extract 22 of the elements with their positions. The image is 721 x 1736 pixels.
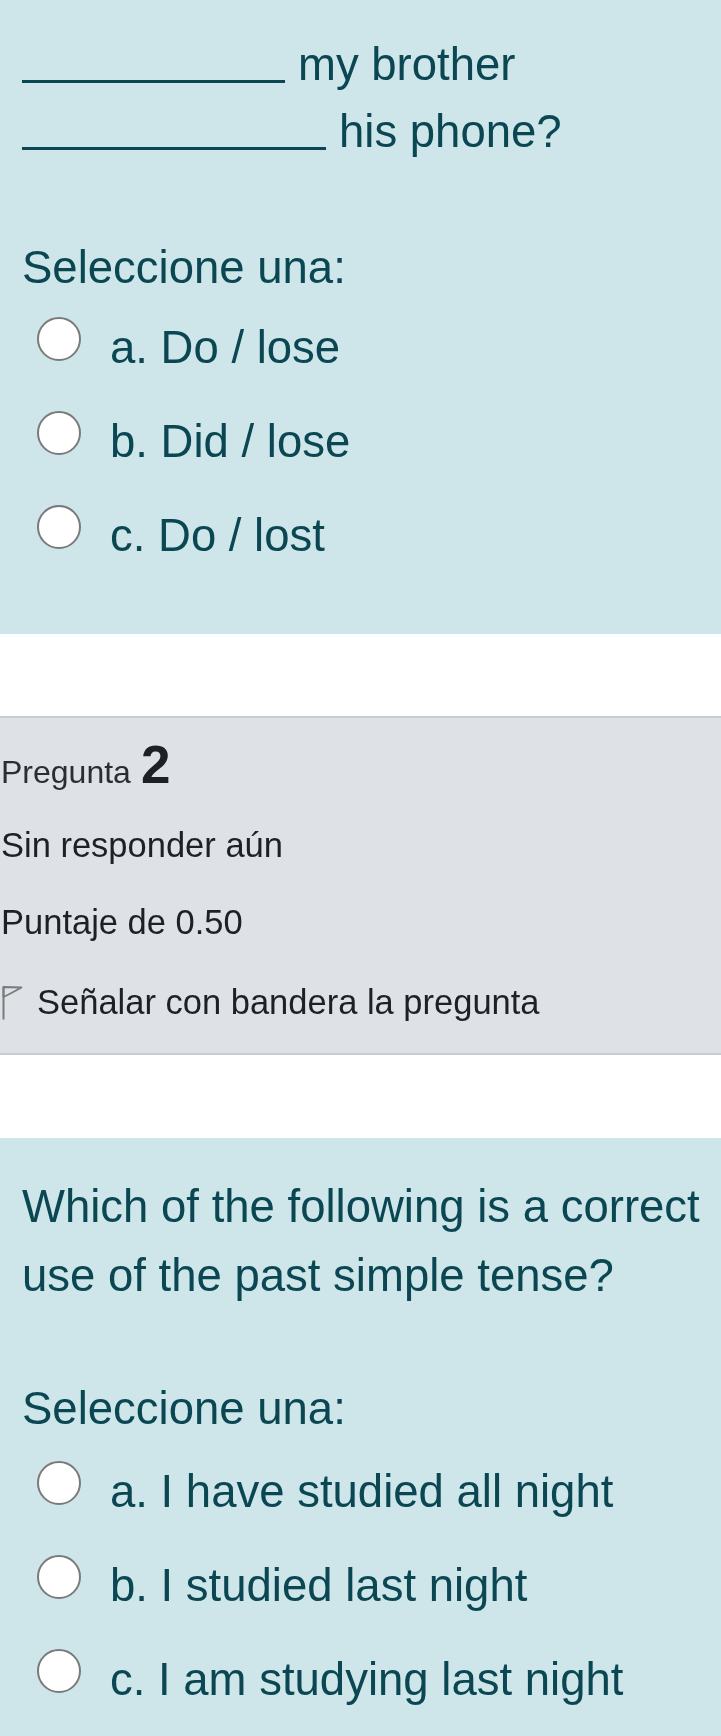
question-text: Which of the following is a correct use of the past simple tense?	[22, 1180, 701, 1303]
grade-text: Puntaje de 0.50	[1, 902, 244, 943]
radio-button[interactable]	[37, 1555, 81, 1599]
prompt-label: Seleccione una:	[22, 241, 347, 295]
option-label[interactable]: a. Do / lose	[110, 314, 341, 381]
option-label[interactable]: b. Did / lose	[110, 408, 351, 475]
question-label: Pregunta	[1, 754, 131, 790]
option-label[interactable]: c. I am studying last night	[110, 1646, 624, 1713]
flag-question-toggle[interactable]: Señalar con bandera la pregunta	[1, 964, 540, 1041]
radio-button[interactable]	[37, 1649, 81, 1693]
radio-button[interactable]	[37, 317, 81, 361]
radio-button[interactable]	[37, 1461, 81, 1505]
option-label[interactable]: c. Do / lost	[110, 502, 325, 569]
question-number: 2	[140, 735, 171, 794]
prompt-label: Seleccione una:	[22, 1382, 347, 1436]
radio-button[interactable]	[37, 411, 81, 455]
option-label[interactable]: b. I studied last night	[110, 1552, 528, 1619]
radio-button[interactable]	[37, 505, 81, 549]
option-label[interactable]: a. I have studied all night	[110, 1458, 614, 1525]
question-text: my brother	[298, 39, 516, 90]
status-text: Sin responder aún	[1, 825, 284, 866]
question-text: his phone?	[339, 106, 562, 157]
